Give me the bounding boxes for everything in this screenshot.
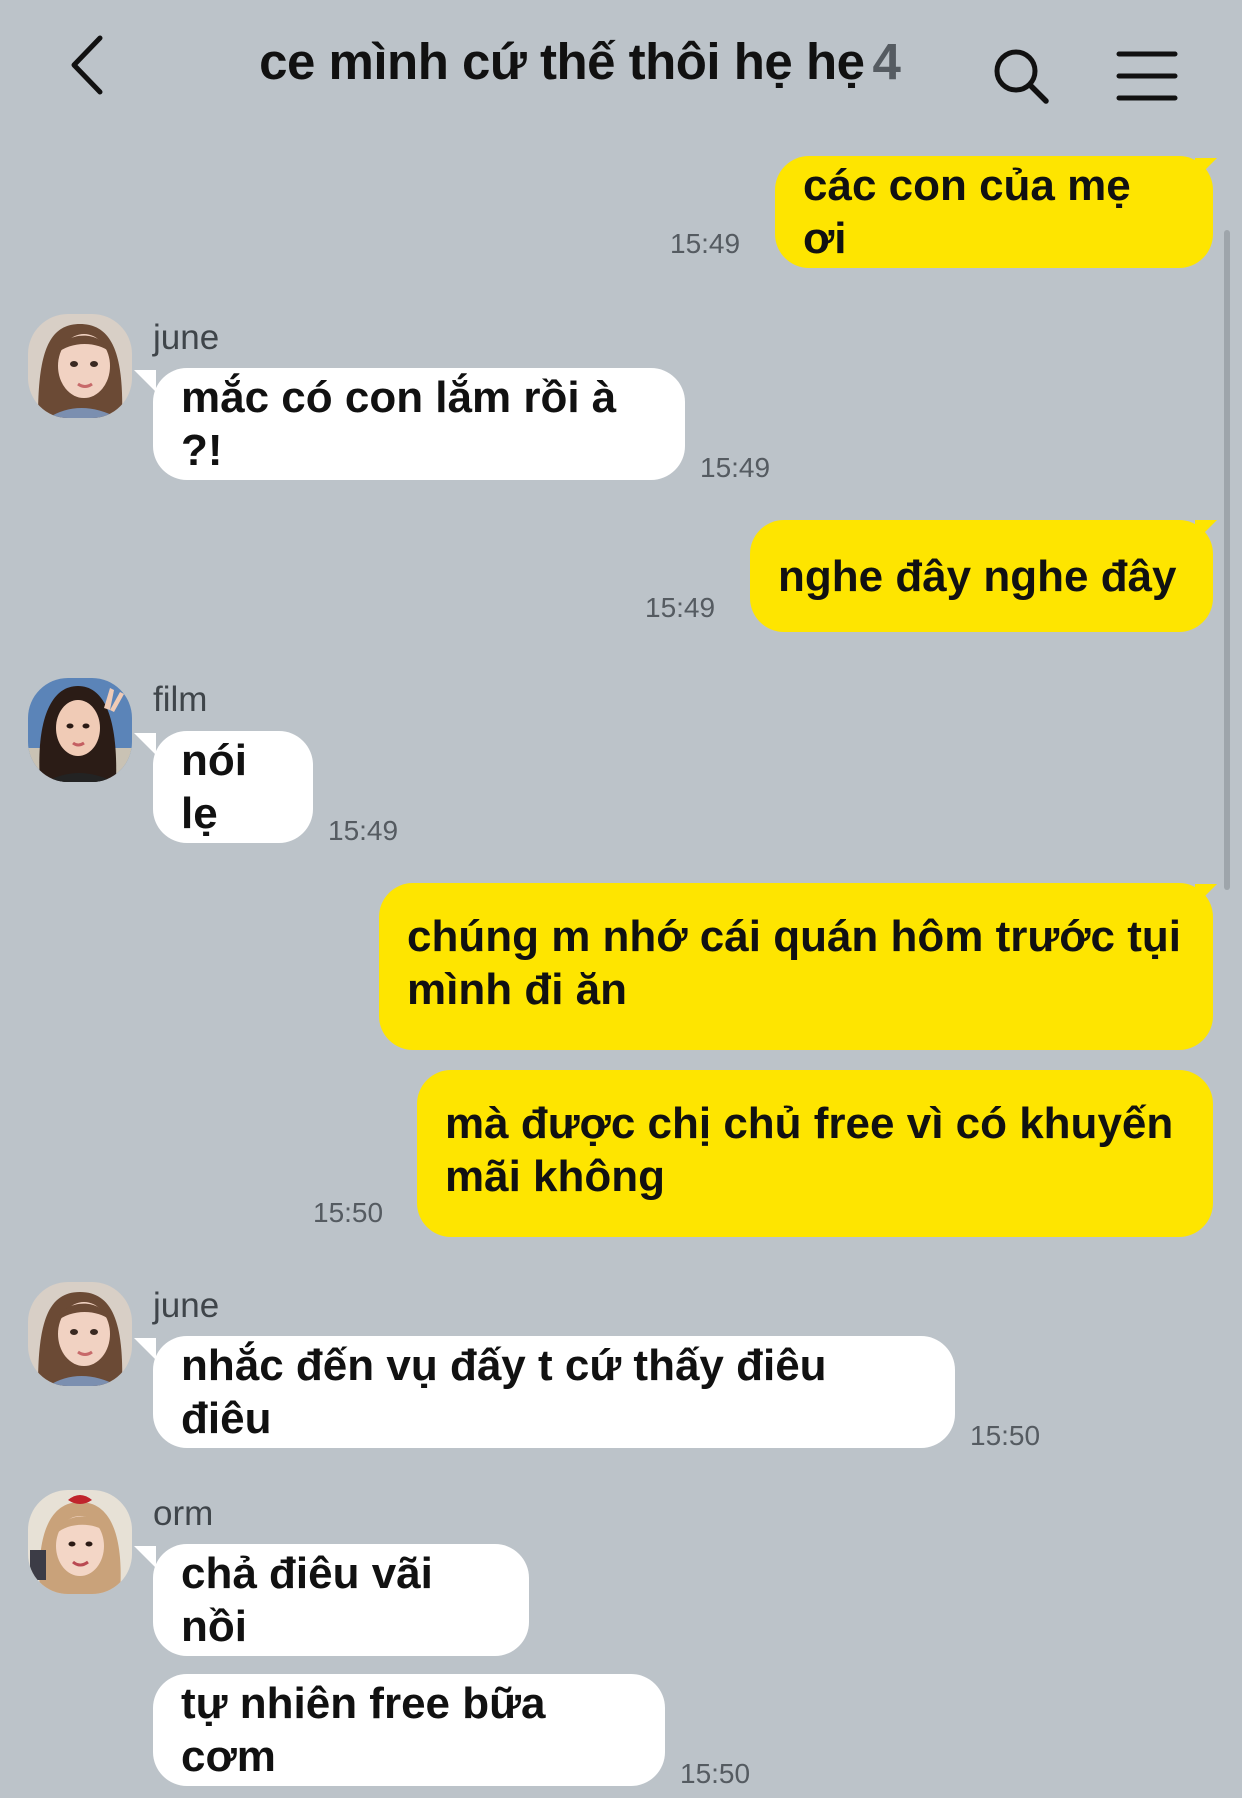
message-text: chúng m nhớ cái quán hôm trước tụi mình … (407, 910, 1181, 1016)
message-text: nhắc đến vụ đấy t cứ thấy điêu điêu (181, 1341, 827, 1443)
my-message-bubble[interactable]: nghe đây nghe đây (750, 520, 1213, 632)
hamburger-menu-icon (1116, 51, 1178, 101)
other-message-bubble[interactable]: chả điêu vãi nồi (153, 1544, 529, 1656)
message-text: tự nhiên free bữa cơm (181, 1679, 546, 1781)
avatar-june[interactable] (28, 1282, 132, 1386)
my-message-bubble[interactable]: mà được chị chủ free vì có khuyến mãi kh… (417, 1070, 1213, 1237)
avatar-june-photo (28, 1282, 132, 1386)
message-time: 15:50 (313, 1197, 384, 1228)
message-text: mắc có con lắm rồi à ?! (181, 373, 617, 475)
other-message-bubble[interactable]: mắc có con lắm rồi à ?! (153, 368, 685, 480)
avatar-film-photo (28, 678, 132, 782)
avatar-orm[interactable] (28, 1490, 132, 1594)
message-line: mình đi ăn (407, 965, 627, 1014)
message-line: mãi không (445, 1152, 666, 1201)
message-time: 15:49 (645, 592, 716, 623)
scrollbar[interactable] (1224, 230, 1230, 890)
my-message-bubble[interactable]: các con của mẹ ơi (775, 156, 1213, 268)
sender-name: film (153, 680, 208, 719)
other-message-bubble[interactable]: nói lẹ (153, 731, 313, 843)
other-message-bubble[interactable]: tự nhiên free bữa cơm (153, 1674, 665, 1786)
message-text: mà được chị chủ free vì có khuyến mãi kh… (445, 1097, 1173, 1203)
message-text: nói lẹ (181, 736, 247, 838)
message-text: chả điêu vãi nồi (181, 1549, 433, 1651)
chat-title: ce mình cứ thế thôi hẹ hẹ (259, 33, 865, 90)
sender-name: june (153, 1286, 220, 1325)
message-time: 15:49 (700, 452, 771, 483)
my-message-bubble[interactable]: chúng m nhớ cái quán hôm trước tụi mình … (379, 883, 1213, 1050)
search-icon (994, 49, 1049, 104)
chevron-left-icon (71, 35, 103, 95)
avatar-film[interactable] (28, 678, 132, 782)
message-line: chúng m nhớ cái quán hôm trước tụi (407, 912, 1181, 961)
message-line: mà được chị chủ free vì có khuyến (445, 1099, 1174, 1148)
sender-name: orm (153, 1494, 214, 1533)
message-text: nghe đây nghe đây (778, 551, 1177, 601)
avatar-orm-photo (28, 1490, 132, 1594)
member-count: 4 (872, 33, 901, 90)
other-message-bubble[interactable]: nhắc đến vụ đấy t cứ thấy điêu điêu (153, 1336, 955, 1448)
message-text: các con của mẹ ơi (803, 161, 1131, 263)
message-time: 15:50 (970, 1420, 1041, 1451)
avatar-june-photo (28, 314, 132, 418)
message-time: 15:49 (670, 228, 741, 259)
menu-button[interactable] (1115, 48, 1179, 104)
chat-title-group[interactable]: ce mình cứ thế thôi hẹ hẹ 4 (230, 32, 930, 91)
message-time: 15:50 (680, 1758, 751, 1789)
chat-header: ce mình cứ thế thôi hẹ hẹ 4 (0, 0, 1242, 140)
avatar-june[interactable] (28, 314, 132, 418)
sender-name: june (153, 318, 220, 357)
message-time: 15:49 (328, 815, 399, 846)
search-button[interactable] (990, 45, 1054, 109)
back-button[interactable] (60, 30, 120, 100)
